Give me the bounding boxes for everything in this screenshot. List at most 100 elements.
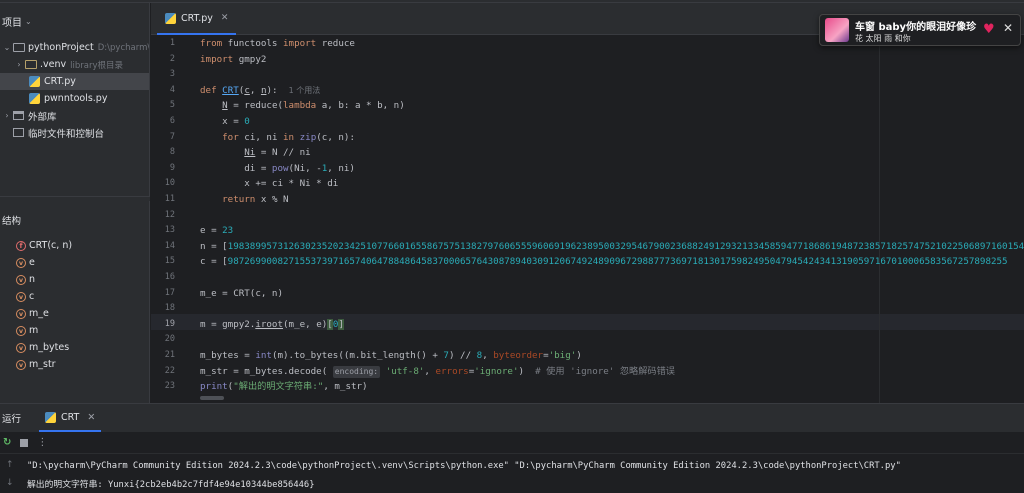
project-tree-item-label: 临时文件和控制台 [28,128,105,140]
line-number: 7 [169,131,175,142]
project-panel-header[interactable]: 项目 ⌄ [0,3,149,39]
close-icon[interactable]: ✕ [1003,21,1013,35]
line-number: 9 [169,162,175,173]
line-number: 4 [169,84,175,95]
project-tree-item[interactable]: ⌄ pythonProjectD:\pycharm\P [0,39,149,56]
variable-icon: v [16,308,26,319]
project-tree-item[interactable]: 临时文件和控制台 [0,124,149,141]
project-tree-item-label: pythonProject [28,42,94,53]
code-line[interactable]: c = [98726990082715537397165740647884864… [200,254,1008,270]
expand-toggle-icon[interactable]: › [2,111,12,120]
chevron-down-icon[interactable]: ⌄ [25,17,32,26]
album-cover [825,18,849,42]
structure-item[interactable]: ve [0,254,150,271]
code-line[interactable]: Ni = N // ni [200,145,310,161]
code-line[interactable]: x = 0 [200,114,250,130]
expand-toggle-icon[interactable]: ⌄ [2,43,12,52]
line-number: 20 [164,334,175,345]
project-tree-item-hint: library根目录 [70,60,123,71]
project-panel: 项目 ⌄ ⌄ pythonProjectD:\pycharm\P › .venvlib… [0,3,150,403]
variable-icon: v [16,359,26,370]
line-number: 13 [164,225,175,236]
music-notification[interactable]: 车窗 baby你的眼泪好像珍 花 太阳 雨 和你 ♥ ✕ [819,14,1021,46]
scroll-up-icon[interactable]: ↑ [6,460,14,470]
variable-icon: v [16,325,26,336]
structure-item-label: n [29,274,36,285]
code-line[interactable]: N = reduce(lambda a, b: a * b, n) [200,98,405,114]
panel-splitter[interactable] [0,196,150,201]
structure-item-label: c [29,291,35,302]
structure-item[interactable]: f CRT(c, n) [0,237,150,254]
structure-item[interactable]: vm [0,322,150,339]
line-number: 11 [164,194,175,204]
code-line[interactable]: di = pow(Ni, -1, ni) [200,161,355,177]
code-line[interactable]: e = 23 [200,223,233,239]
more-options-icon[interactable]: ⋮ [37,437,47,448]
code-line[interactable]: x += ci * Ni * di [200,176,338,192]
structure-item[interactable]: v m_str [0,356,150,373]
code-line[interactable]: n = [19838995731263023520234251077660165… [200,239,1024,255]
code-line[interactable]: print("解出的明文字符串:", m_str) [200,379,368,395]
line-number: 10 [164,178,175,189]
variable-icon: v [16,257,26,268]
code-line[interactable]: from functools import reduce [200,36,355,52]
folder-icon [12,42,25,53]
close-run-tab-icon[interactable]: ✕ [87,412,95,423]
run-tab-crt[interactable]: CRT ✕ [39,404,102,432]
close-tab-icon[interactable]: ✕ [221,13,229,23]
folded-code-marker[interactable] [200,396,224,400]
variable-icon: v [16,291,26,302]
line-number: 15 [164,256,175,267]
structure-item-label: m_e [29,308,49,319]
scratch-icon [12,127,25,138]
line-number: 16 [164,272,175,282]
structure-item-label: m [29,325,39,336]
code-line[interactable]: import gmpy2 [200,52,266,68]
structure-item-label: e [29,257,35,268]
project-tree-item[interactable]: › 外部库 [0,107,149,124]
stop-icon[interactable] [20,438,29,447]
line-number: 5 [169,100,175,111]
expand-toggle-icon[interactable]: › [14,60,24,69]
code-editor[interactable]: 1 2 3 4 5 6 7 8 9 10 11 12 13 14 15 16 17 18 19 20 21 22 23 fr… [151,35,1024,403]
heart-icon[interactable]: ♥ [983,22,995,37]
project-tree: ⌄ pythonProjectD:\pycharm\P › .venvlibrary根… [0,39,149,141]
structure-item[interactable]: v m_e [0,305,150,322]
venv-folder-icon [24,59,37,70]
project-tree-item-label: CRT.py [44,76,76,87]
rerun-icon[interactable]: ↻ [3,437,11,448]
code-line[interactable]: def CRT(c, n): 1 个用法 [200,83,320,99]
structure-item-label: m_str [29,359,56,370]
library-icon [12,110,25,121]
line-number: 23 [164,381,175,392]
line-number: 22 [164,365,175,376]
project-tree-item[interactable]: pwnntools.py [0,90,149,107]
structure-item[interactable]: vn [0,271,150,288]
line-number: 12 [164,209,175,220]
project-tree-item[interactable]: CRT.py [0,73,149,90]
song-artist: 花 太阳 雨 和你 [855,34,911,43]
tab-crt-py[interactable]: CRT.py ✕ [157,3,237,35]
project-tree-item[interactable]: › .venv library根目录 [0,56,149,73]
console-line-result: 解出的明文字符串: Yunxi{2cb2eb4b2c7fdf4e94e10344… [27,480,315,490]
structure-panel-title: 结构 [2,216,22,227]
structure-item[interactable]: v m_bytes [0,339,150,356]
code-line[interactable]: for ci, ni in zip(c, n): [200,130,355,146]
code-area[interactable]: from functools import reduce import gmpy2… [200,35,1024,403]
line-number: 6 [169,116,175,126]
code-line[interactable]: return x % N [200,192,288,208]
line-number: 21 [164,350,175,360]
code-line[interactable]: m_bytes = int(m).to_bytes((m.bit_length(… [200,348,582,364]
code-line[interactable]: m_str = m_bytes.decode( encoding: 'utf-8… [200,364,675,380]
run-panel-header: 运行 CRT ✕ [0,404,1024,432]
line-number: 14 [164,240,175,251]
structure-item[interactable]: vc [0,288,150,305]
pycharm-window: 项目 ⌄ ⌄ pythonProjectD:\pycharm\P › .venvlib… [0,0,1024,493]
code-line[interactable]: m_e = CRT(c, n) [200,286,283,302]
code-line[interactable]: m = gmpy2.iroot(m_e, e)[0] [200,317,344,333]
project-tree-item-label: pwnntools.py [44,93,108,104]
project-tree-item-label: 外部库 [28,111,57,123]
scroll-down-icon[interactable]: ↓ [6,478,14,488]
line-number-gutter: 1 2 3 4 5 6 7 8 9 10 11 12 13 14 15 16 17 18 19 20 21 22 23 [151,35,193,403]
python-file-icon [165,12,176,24]
